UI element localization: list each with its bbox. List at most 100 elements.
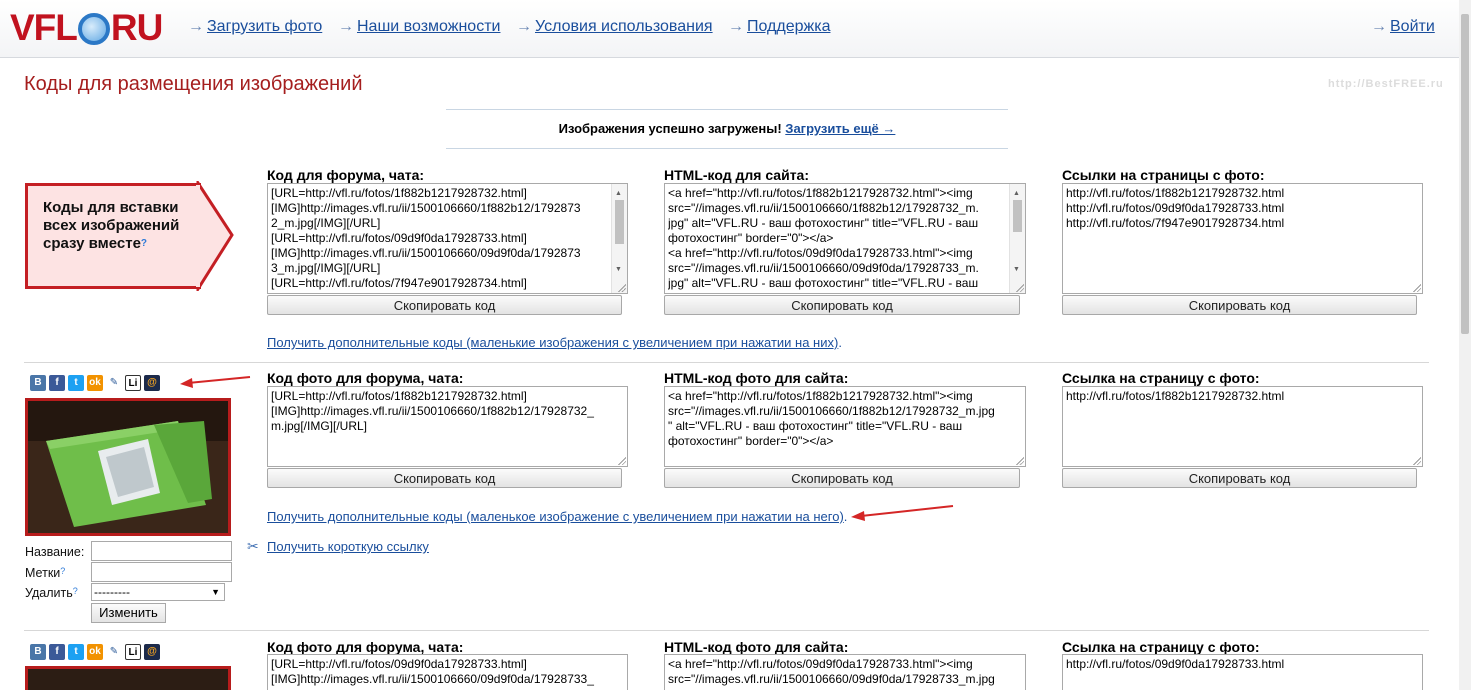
copy-forum-code-button[interactable]: Скопировать код (267, 295, 622, 315)
links-label: Ссылки на страницы с фото: (1062, 167, 1265, 183)
copy-html-code-button[interactable]: Скопировать код (664, 295, 1020, 315)
code-line: m.jpg[/IMG][/URL] (271, 419, 368, 433)
code-line: src="//images.vfl.ru/ii/1500106660/09d9f… (668, 261, 979, 275)
code-line: 2_m.jpg[/IMG][/URL] (271, 216, 381, 230)
html-code-text: <a href="http://vfl.ru/fotos/1f882b12179… (668, 186, 1022, 291)
code-line: <a href="http://vfl.ru/fotos/09d9f0da179… (668, 246, 973, 260)
code-line: [URL=http://vfl.ru/fotos/09d9f0da1792873… (271, 231, 527, 245)
update-button[interactable]: Изменить (91, 603, 166, 623)
photo-thumbnail-image (28, 401, 228, 533)
login-link[interactable]: → Войти (1371, 18, 1435, 36)
facebook-icon[interactable]: f (49, 644, 65, 660)
section-divider (24, 630, 1429, 631)
photo-html-code-textarea[interactable]: <a href="http://vfl.ru/fotos/09d9f0da179… (664, 654, 1026, 690)
code-line: http://vfl.ru/fotos/09d9f0da17928733.htm… (1066, 201, 1285, 215)
photo-tags-input[interactable] (91, 562, 232, 582)
delete-select-value: --------- (94, 585, 130, 599)
code-line: [IMG]http://images.vfl.ru/ii/1500106660/… (271, 201, 581, 215)
section-divider (24, 362, 1429, 363)
copy-photo-forum-code-button[interactable]: Скопировать код (267, 468, 622, 488)
more-codes-photo: Получить дополнительные коды (маленькое … (267, 509, 848, 524)
nav-upload-photo[interactable]: → Загрузить фото (188, 18, 322, 36)
dropdown-arrow-icon: ▼ (211, 587, 220, 597)
photo-thumbnail[interactable] (25, 398, 231, 536)
share-icons-row: В f t ok ✎ Li @ (30, 375, 160, 391)
code-line: [URL=http://vfl.ru/fotos/1f882b121792873… (271, 186, 527, 200)
help-icon[interactable]: ? (60, 566, 65, 576)
odnoklassniki-icon[interactable]: ok (87, 375, 103, 391)
photo-link-label: Ссылка на страницу с фото: (1062, 370, 1260, 386)
nav-terms[interactable]: → Условия использования (516, 18, 713, 36)
more-codes-photo-link[interactable]: Получить дополнительные коды (маленькое … (267, 509, 844, 524)
photo-html-code-textarea[interactable]: <a href="http://vfl.ru/fotos/1f882b12179… (664, 386, 1026, 467)
nav-support[interactable]: → Поддержка (728, 18, 830, 36)
short-link[interactable]: Получить короткую ссылку (267, 539, 429, 554)
photo-html-code-label: HTML-код фото для сайта: (664, 639, 849, 655)
forum-code-textarea[interactable]: [URL=http://vfl.ru/fotos/1f882b121792873… (267, 183, 628, 294)
code-line: [IMG]http://images.vfl.ru/ii/1500106660/… (271, 672, 594, 686)
photo-link-textarea[interactable]: http://vfl.ru/fotos/1f882b1217928732.htm… (1062, 386, 1423, 467)
code-line: [IMG]http://images.vfl.ru/ii/1500106660/… (271, 246, 581, 260)
name-label: Название: (25, 545, 85, 559)
share-icons-row: В f t ok ✎ Li @ (30, 644, 160, 660)
textarea-scrollbar[interactable]: ▲ ▼ (611, 184, 627, 293)
annotation-arrow (180, 376, 251, 388)
resize-handle[interactable] (1015, 283, 1024, 292)
mail-ru-icon[interactable]: @ (144, 644, 160, 660)
code-line: 3_m.jpg[/IMG][/URL] (271, 261, 381, 275)
copy-photo-link-button[interactable]: Скопировать код (1062, 468, 1417, 488)
twitter-icon[interactable]: t (68, 644, 84, 660)
code-line: фотохостинг" border="0"></a> (668, 434, 834, 448)
code-line: фотохостинг" border="0"></a> (668, 231, 834, 245)
mail-ru-icon[interactable]: @ (144, 375, 160, 391)
html-code-label: HTML-код для сайта: (664, 167, 809, 183)
page-scrollbar-thumb[interactable] (1461, 14, 1469, 334)
html-code-textarea[interactable]: <a href="http://vfl.ru/fotos/1f882b12179… (664, 183, 1026, 294)
nav-features[interactable]: → Наши возможности (338, 18, 500, 36)
copy-photo-html-code-button[interactable]: Скопировать код (664, 468, 1020, 488)
photo-name-input[interactable] (91, 541, 232, 561)
vfl-ru-logo[interactable]: VFL RU (10, 8, 163, 48)
code-line: src="//images.vfl.ru/ii/1500106660/1f882… (668, 404, 995, 418)
callout-pointer (196, 181, 234, 291)
photo-forum-code-textarea[interactable]: [URL=http://vfl.ru/fotos/09d9f0da1792873… (267, 654, 628, 690)
code-line: src="//images.vfl.ru/ii/1500106660/09d9f… (668, 672, 995, 686)
upload-more-link[interactable]: Загрузить ещё → (785, 121, 895, 136)
more-codes-all-link[interactable]: Получить дополнительные коды (маленькие … (267, 335, 838, 350)
tags-label: Метки? (25, 566, 66, 580)
code-line: " alt="VFL.RU - ваш фотохостинг" title="… (668, 419, 963, 433)
photo-forum-code-textarea[interactable]: [URL=http://vfl.ru/fotos/1f882b121792873… (267, 386, 628, 467)
annotation-arrow (851, 505, 954, 521)
page-title: Коды для размещения изображений (24, 73, 363, 95)
watermark: http://BestFREE.ru (1328, 78, 1444, 90)
code-line: [IMG]http://images.vfl.ru/ii/1500106660/… (271, 404, 594, 418)
resize-handle[interactable] (617, 456, 626, 465)
textarea-scrollbar[interactable]: ▲ ▼ (1009, 184, 1025, 293)
livejournal-icon[interactable]: ✎ (106, 375, 122, 391)
links-textarea[interactable]: http://vfl.ru/fotos/1f882b1217928732.htm… (1062, 183, 1423, 294)
photo-thumbnail[interactable] (25, 666, 231, 690)
twitter-icon[interactable]: t (68, 375, 84, 391)
livejournal-icon[interactable]: ✎ (106, 644, 122, 660)
help-icon[interactable]: ? (141, 238, 147, 249)
liveinternet-icon[interactable]: Li (125, 644, 141, 660)
forum-code-text: [URL=http://vfl.ru/fotos/1f882b121792873… (271, 186, 624, 291)
arrow-right-icon: → (188, 18, 204, 35)
code-line: <a href="http://vfl.ru/fotos/1f882b12179… (668, 389, 973, 403)
help-icon[interactable]: ? (73, 586, 78, 596)
delete-select[interactable]: --------- ▼ (91, 583, 225, 601)
liveinternet-icon[interactable]: Li (125, 375, 141, 391)
photo-link-textarea[interactable]: http://vfl.ru/fotos/09d9f0da17928733.htm… (1062, 654, 1423, 690)
resize-handle[interactable] (617, 283, 626, 292)
copy-links-button[interactable]: Скопировать код (1062, 295, 1417, 315)
resize-handle[interactable] (1412, 283, 1421, 292)
facebook-icon[interactable]: f (49, 375, 65, 391)
forum-code-label: Код для форума, чата: (267, 167, 425, 183)
arrow-right-icon: → (338, 18, 354, 35)
photo-link-value: http://vfl.ru/fotos/1f882b1217928732.htm… (1066, 389, 1285, 403)
vkontakte-icon[interactable]: В (30, 644, 46, 660)
odnoklassniki-icon[interactable]: ok (87, 644, 103, 660)
resize-handle[interactable] (1412, 456, 1421, 465)
resize-handle[interactable] (1015, 456, 1024, 465)
vkontakte-icon[interactable]: В (30, 375, 46, 391)
